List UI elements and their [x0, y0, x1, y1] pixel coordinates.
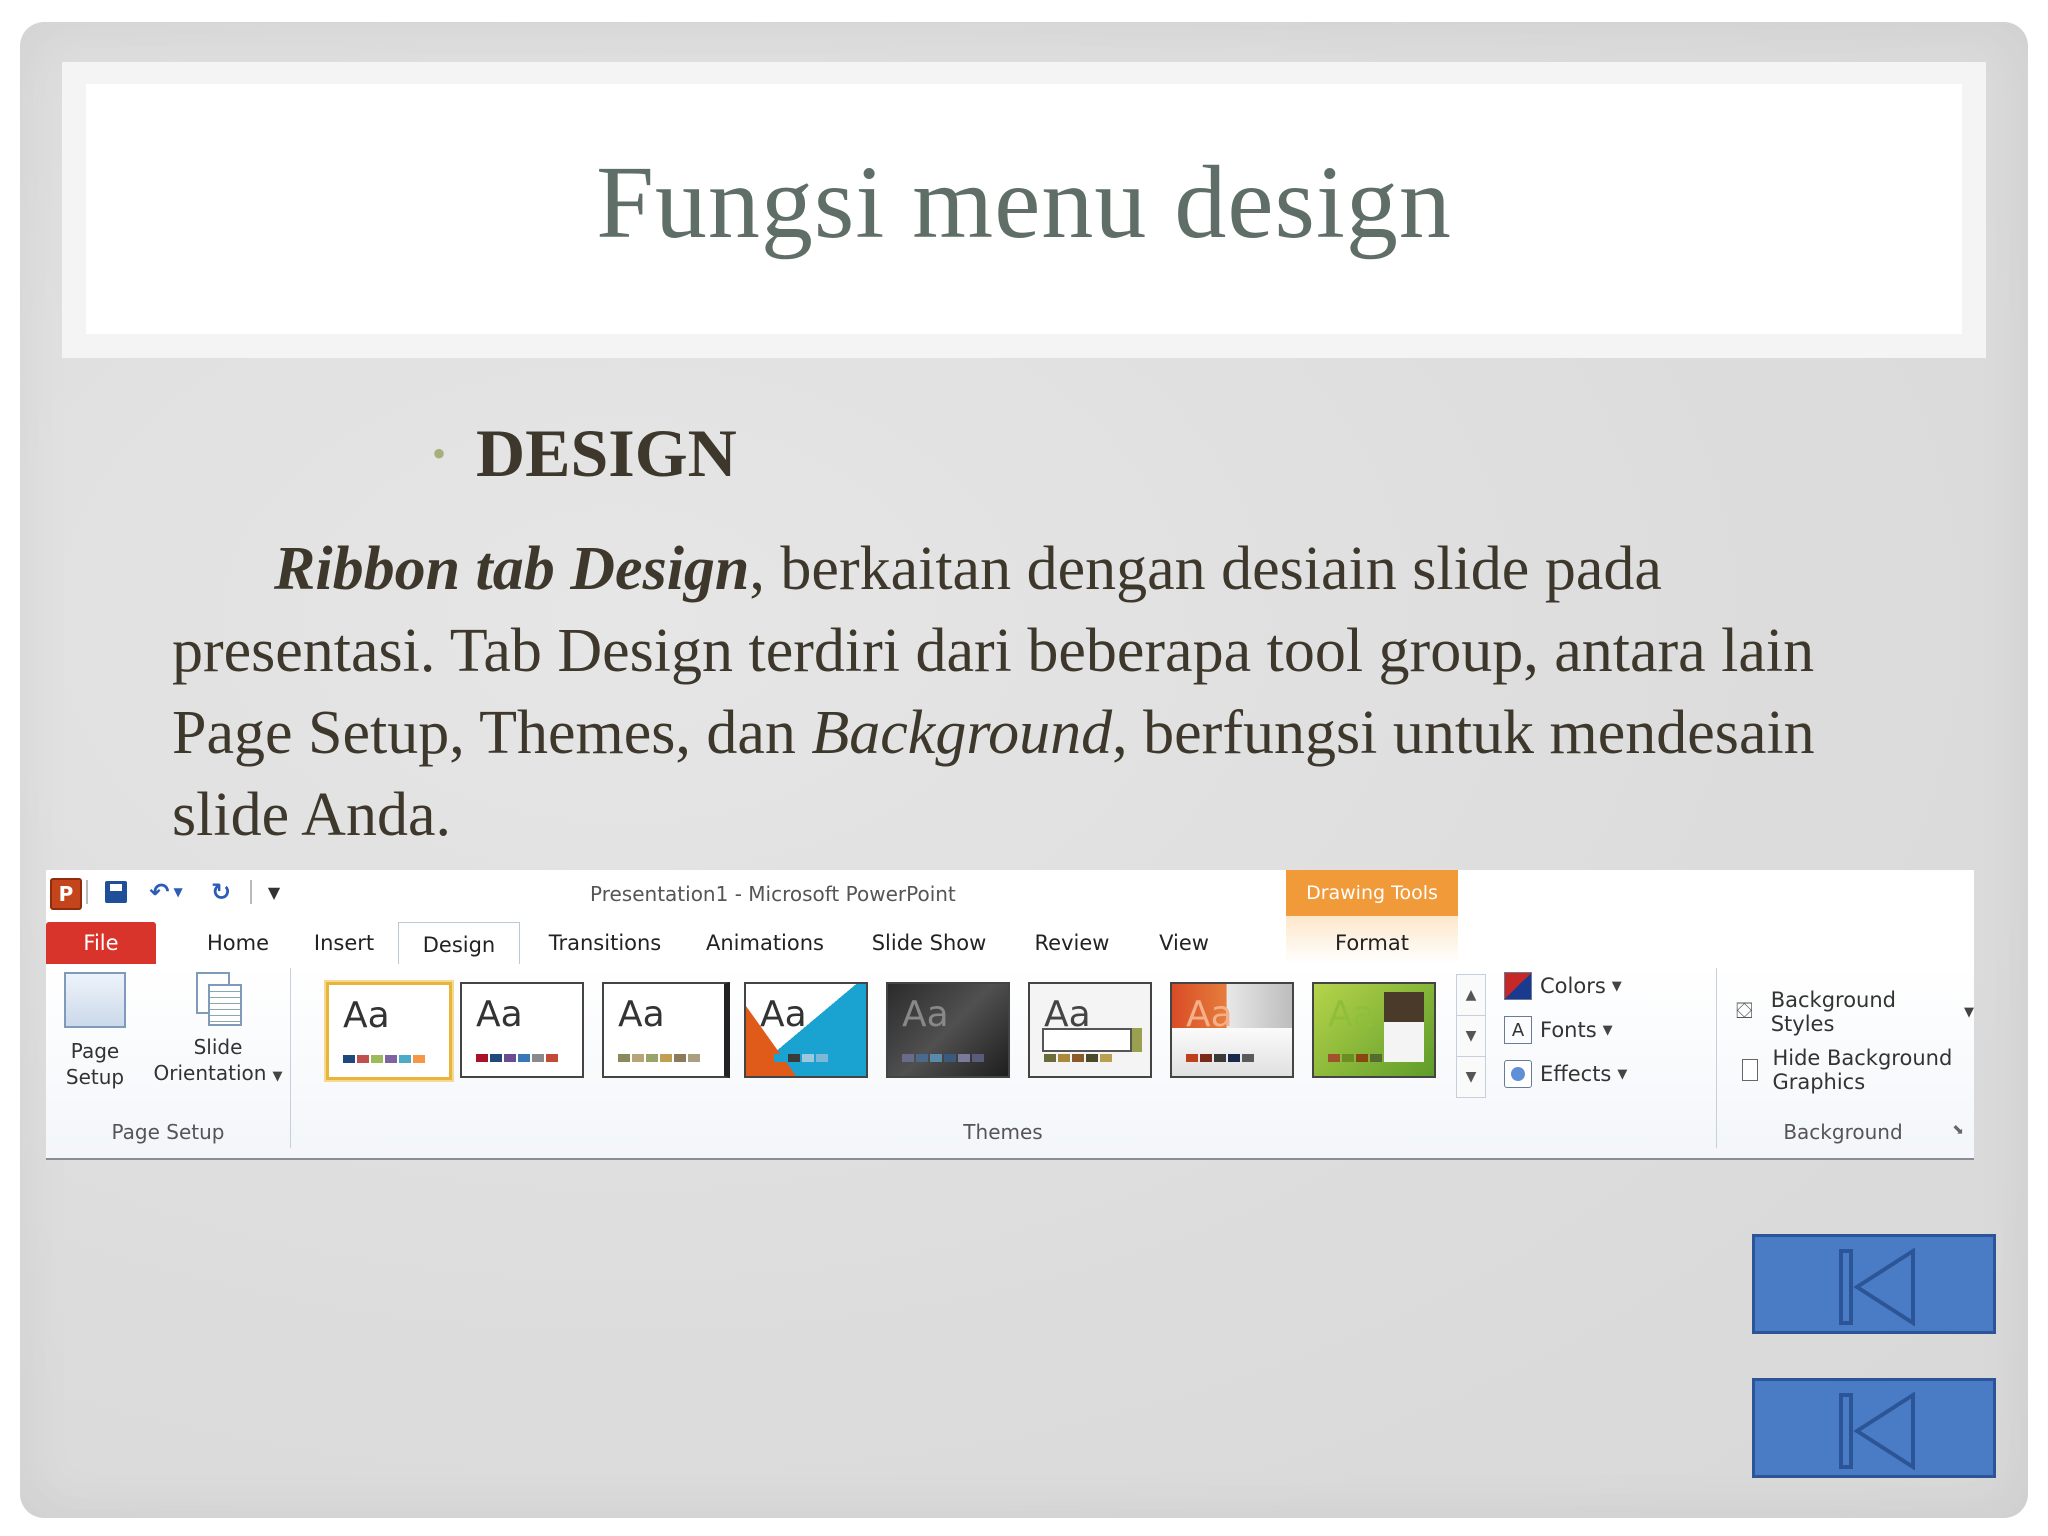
- hide-background-graphics-label: Hide Background Graphics: [1772, 1046, 1953, 1094]
- theme-adjacency[interactable]: Aa: [460, 982, 584, 1078]
- theme-austin[interactable]: Aa: [1170, 982, 1294, 1078]
- theme-swatches: [902, 1054, 984, 1062]
- effects-icon: [1504, 1060, 1532, 1088]
- theme-swatches: [1044, 1054, 1112, 1062]
- group-label-page-setup: Page Setup: [111, 1120, 225, 1144]
- chevron-down-icon: ▼: [1602, 1022, 1613, 1038]
- theme-sample-text: Aa: [902, 994, 949, 1035]
- theme-black-tie[interactable]: Aa: [1312, 982, 1436, 1078]
- bullet-dot-icon: •: [432, 430, 447, 476]
- theme-swatches: [343, 1055, 425, 1063]
- fonts-icon: A: [1504, 1016, 1532, 1044]
- contextual-tab-header: Drawing Tools: [1286, 870, 1458, 916]
- quick-access-toolbar: P ↶ ▼ ↻ ▼ Presentation1 - Microsoft Power…: [46, 870, 1974, 916]
- slide-orientation-label-2: Orientation: [153, 1061, 267, 1085]
- body-paragraph: Ribbon tab Design, berkaitan dengan desi…: [172, 528, 1932, 856]
- colors-label: Colors: [1540, 974, 1606, 998]
- ribbon-tabs: File Home Insert Design Transitions Anim…: [46, 916, 1974, 968]
- toolbar-separator: [250, 880, 252, 904]
- chevron-down-icon: ▼: [1611, 978, 1622, 994]
- gallery-more-icon[interactable]: ▼: [1457, 1057, 1485, 1097]
- theme-swatches: [760, 1054, 828, 1062]
- effects-label: Effects: [1540, 1062, 1612, 1086]
- skip-back-icon: [1839, 1391, 1915, 1471]
- page-setup-label-1: Page: [70, 1039, 120, 1063]
- theme-office[interactable]: Aa: [326, 982, 452, 1080]
- theme-aspect[interactable]: Aa: [1028, 982, 1152, 1078]
- theme-sample-text: Aa: [343, 995, 390, 1036]
- tab-design[interactable]: Design: [398, 922, 520, 968]
- theme-swatches: [476, 1054, 558, 1062]
- page-setup-button[interactable]: Page Setup: [58, 972, 132, 1090]
- ribbon-body: Page Setup Slide Orientation ▼ Page Setup…: [46, 964, 1974, 1158]
- theme-sample-text: Aa: [618, 994, 665, 1035]
- slide-title: Fungsi menu design: [596, 144, 1452, 260]
- tab-insert[interactable]: Insert: [304, 922, 384, 964]
- hide-background-graphics-checkbox[interactable]: Hide Background Graphics: [1742, 1046, 1974, 1094]
- undo-icon[interactable]: ↶ ▼: [146, 878, 186, 906]
- group-label-background: Background: [1783, 1120, 1903, 1144]
- tab-home[interactable]: Home: [192, 922, 284, 964]
- fonts-label: Fonts: [1540, 1018, 1597, 1042]
- theme-angles[interactable]: Aa: [602, 982, 730, 1078]
- scroll-up-icon[interactable]: ▲: [1457, 975, 1485, 1016]
- background-styles-label: Background Styles: [1770, 988, 1897, 1036]
- tab-review[interactable]: Review: [1022, 922, 1122, 964]
- fonts-button[interactable]: A Fonts ▼: [1504, 1016, 1613, 1044]
- slide-orientation-label-1: Slide: [193, 1035, 243, 1059]
- tab-animations[interactable]: Animations: [700, 922, 830, 964]
- theme-sample-text: Aa: [1328, 994, 1375, 1035]
- page-setup-icon: [64, 972, 126, 1028]
- theme-apex[interactable]: Aa: [744, 982, 868, 1078]
- theme-sample-text: Aa: [476, 994, 523, 1035]
- slide-orientation-icon: [194, 972, 242, 1026]
- paint-bucket-icon: ⛋: [1736, 999, 1753, 1024]
- theme-sample-text: Aa: [1186, 994, 1233, 1035]
- checkbox-icon[interactable]: [1742, 1059, 1759, 1081]
- theme-swatches: [1328, 1054, 1382, 1062]
- previous-slide-button[interactable]: [1752, 1378, 1996, 1478]
- dialog-launcher-icon[interactable]: ⬊: [1952, 1122, 1964, 1138]
- scroll-down-icon[interactable]: ▼: [1457, 1016, 1485, 1057]
- toolbar-separator: [86, 880, 88, 904]
- background-styles-button[interactable]: ⛋ Background Styles ▼: [1736, 988, 1974, 1036]
- title-frame: Fungsi menu design: [62, 62, 1986, 358]
- skip-back-icon: [1839, 1247, 1915, 1327]
- theme-apothecary[interactable]: Aa: [886, 982, 1010, 1078]
- group-label-themes: Themes: [963, 1120, 1043, 1144]
- page-setup-label-2: Setup: [65, 1065, 125, 1089]
- tab-slide-show[interactable]: Slide Show: [864, 922, 994, 964]
- ribbon-screenshot: P ↶ ▼ ↻ ▼ Presentation1 - Microsoft Power…: [46, 870, 1974, 1160]
- redo-icon[interactable]: ↻: [206, 878, 236, 906]
- chevron-down-icon: ▼: [272, 1069, 283, 1084]
- customize-toolbar-icon[interactable]: ▼: [262, 878, 286, 906]
- powerpoint-app-icon[interactable]: P: [50, 878, 82, 910]
- first-slide-button[interactable]: [1752, 1234, 1996, 1334]
- chevron-down-icon: ▼: [1964, 1004, 1974, 1020]
- tab-view[interactable]: View: [1144, 922, 1224, 964]
- colors-button[interactable]: Colors ▼: [1504, 972, 1622, 1000]
- tab-file[interactable]: File: [46, 922, 156, 964]
- tab-transitions[interactable]: Transitions: [540, 922, 670, 964]
- theme-sample-text: Aa: [760, 994, 807, 1035]
- save-icon[interactable]: [102, 878, 130, 906]
- paragraph-emphasis: Ribbon tab Design: [274, 535, 750, 603]
- colors-icon: [1504, 972, 1532, 1000]
- theme-swatches: [618, 1054, 700, 1062]
- effects-button[interactable]: Effects ▼: [1504, 1060, 1627, 1088]
- tab-format[interactable]: Format: [1316, 922, 1428, 964]
- title-box: Fungsi menu design: [86, 84, 1962, 334]
- paragraph-italic: Background: [811, 699, 1113, 767]
- slide-orientation-button[interactable]: Slide Orientation ▼: [138, 972, 298, 1090]
- bullet-item: • DESIGN: [432, 414, 737, 493]
- window-title: Presentation1 - Microsoft PowerPoint: [590, 882, 956, 906]
- theme-swatches: [1186, 1054, 1254, 1062]
- theme-gallery-scroll[interactable]: ▲ ▼ ▼: [1456, 974, 1486, 1098]
- bullet-text: DESIGN: [476, 415, 737, 491]
- chevron-down-icon: ▼: [1617, 1066, 1628, 1082]
- slide: Fungsi menu design • DESIGN Ribbon tab D…: [20, 22, 2028, 1518]
